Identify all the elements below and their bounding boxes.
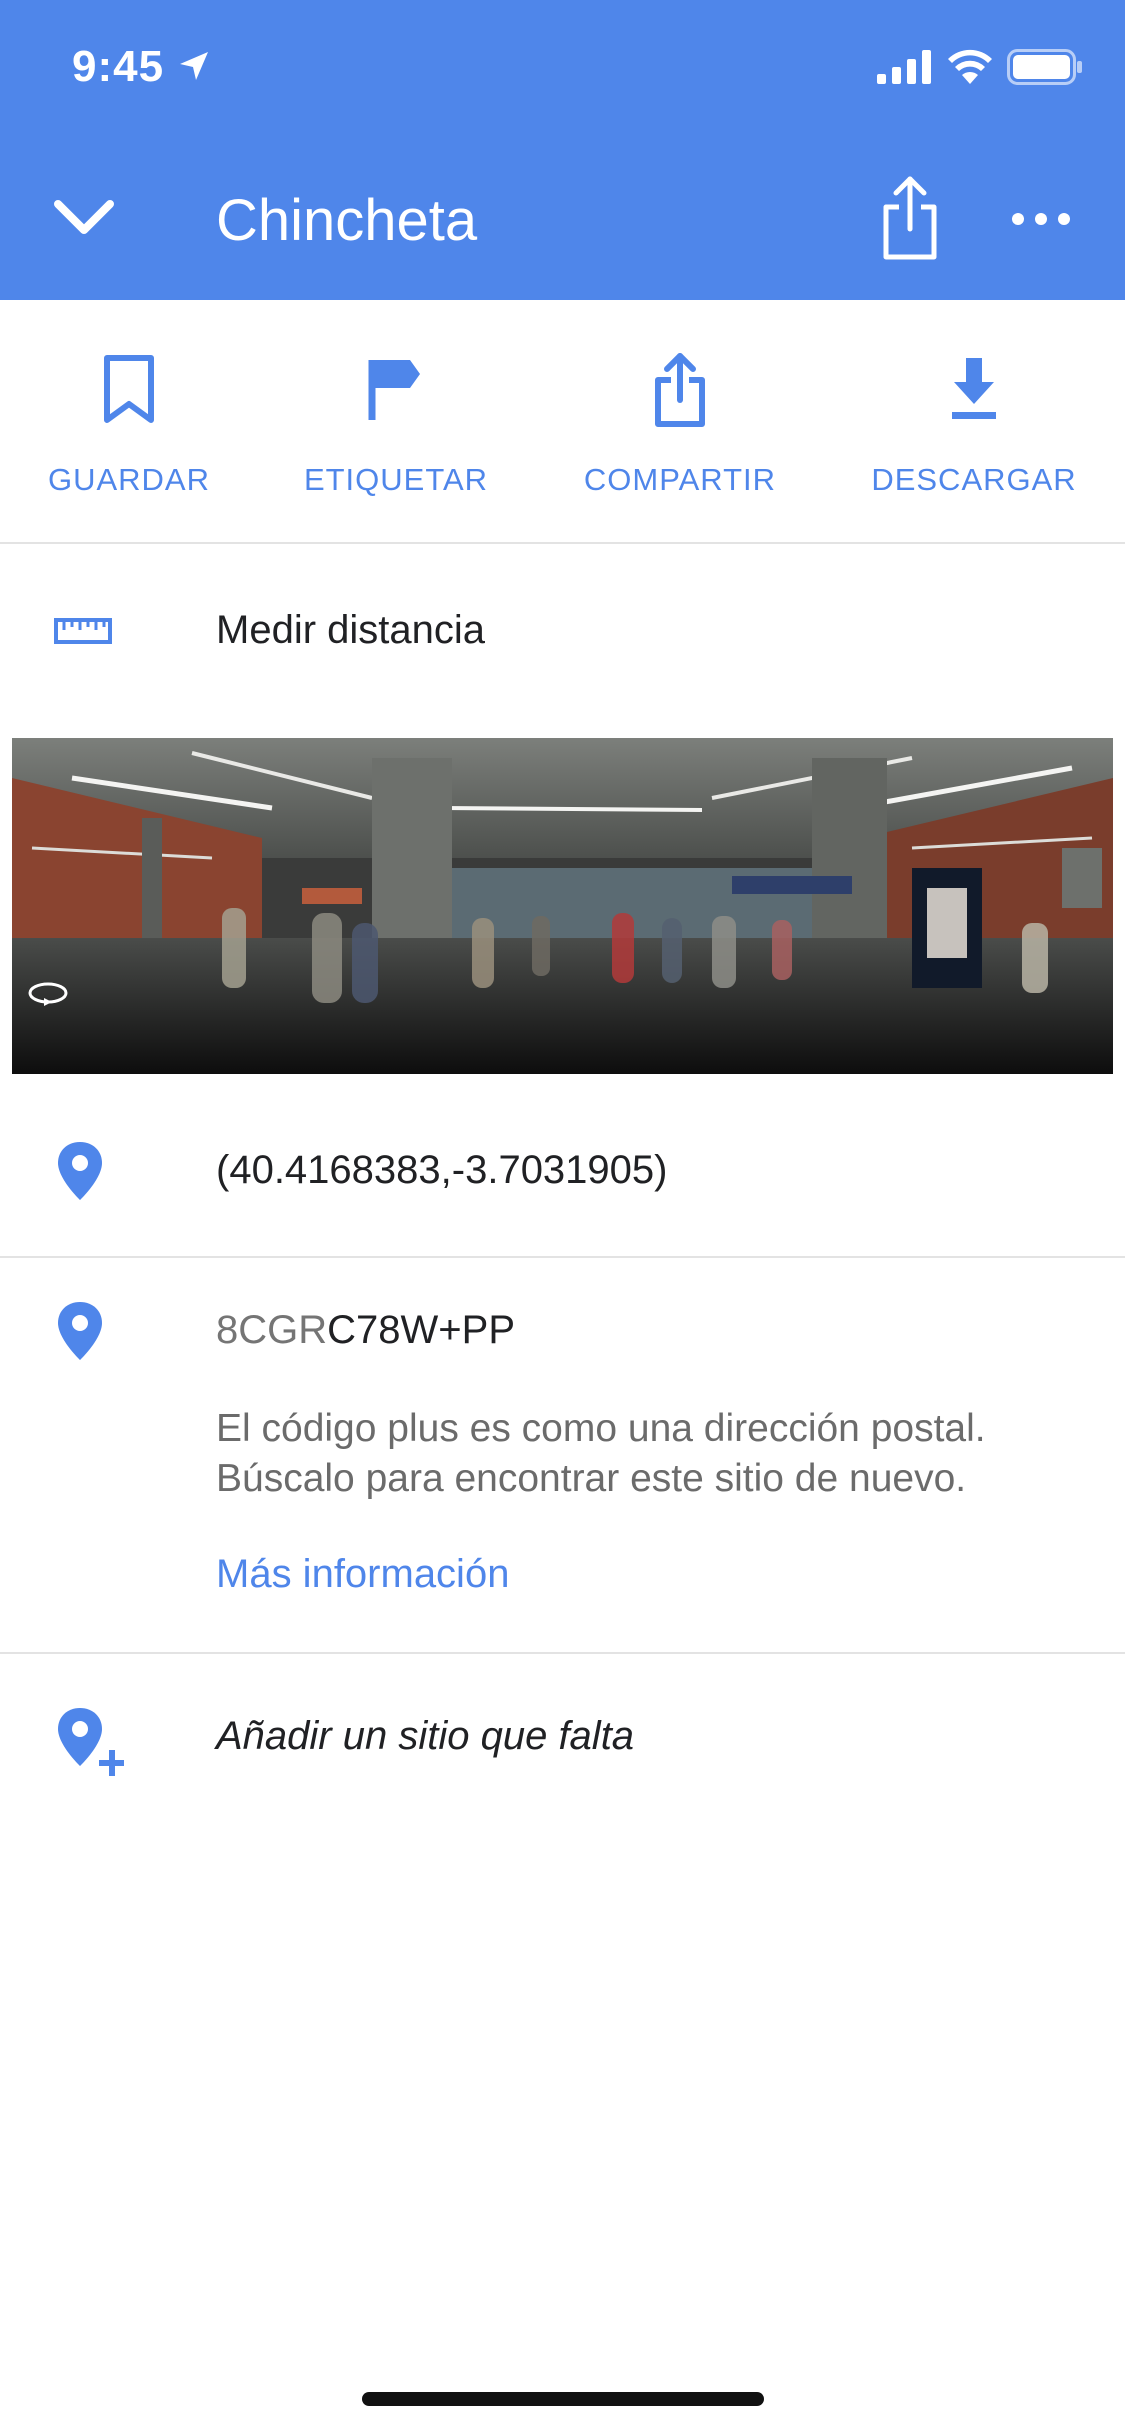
chevron-down-icon bbox=[54, 200, 114, 234]
more-options-button[interactable] bbox=[1008, 189, 1074, 249]
wifi-icon bbox=[948, 49, 992, 84]
plus-code-value: C78W+PP bbox=[327, 1308, 515, 1352]
toolbar: Chincheta bbox=[0, 135, 1125, 300]
app-header: 9:45 Chincheta bbox=[0, 0, 1125, 300]
home-indicator[interactable] bbox=[362, 2392, 764, 2406]
flag-icon bbox=[368, 360, 420, 420]
coordinates-text: (40.4168383,-3.7031905) bbox=[216, 1148, 668, 1192]
plus-code-description-line: Búscalo para encontrar este sitio de nue… bbox=[216, 1457, 967, 1500]
more-icon bbox=[1012, 213, 1070, 225]
battery-icon bbox=[1007, 49, 1082, 85]
location-arrow-icon bbox=[180, 52, 208, 80]
download-label: DESCARGAR bbox=[871, 462, 1077, 497]
measure-distance-row[interactable]: Medir distancia bbox=[0, 544, 1125, 719]
plus-code[interactable]: 8CGRC78W+PP bbox=[216, 1308, 515, 1353]
add-missing-place-label: Añadir un sitio que falta bbox=[216, 1714, 635, 1758]
plus-code-description-line: El código plus es como una dirección pos… bbox=[216, 1407, 986, 1450]
action-bar: GUARDAR ETIQUETAR COMPARTIR DESCARGAR bbox=[0, 300, 1125, 544]
share-icon bbox=[883, 176, 937, 260]
ruler-icon bbox=[54, 618, 112, 644]
measure-distance-label: Medir distancia bbox=[216, 608, 486, 652]
street-view-panorama[interactable] bbox=[12, 738, 1113, 1074]
download-button[interactable]: DESCARGAR bbox=[868, 350, 1080, 510]
plus-code-prefix: 8CGR bbox=[216, 1308, 328, 1352]
more-info-link[interactable]: Más información bbox=[216, 1552, 509, 1597]
pin-icon bbox=[58, 1142, 102, 1200]
save-label: GUARDAR bbox=[47, 462, 210, 497]
share-button[interactable]: COMPARTIR bbox=[575, 350, 785, 510]
share-icon bbox=[655, 353, 705, 427]
save-button[interactable]: GUARDAR bbox=[40, 350, 218, 510]
share-label: COMPARTIR bbox=[583, 462, 777, 497]
status-time: 9:45 bbox=[72, 42, 165, 91]
status-bar: 9:45 bbox=[0, 0, 1125, 135]
label-label: ETIQUETAR bbox=[303, 462, 489, 497]
bookmark-icon bbox=[104, 355, 154, 423]
plus-code-description: El código plus es como una dirección pos… bbox=[216, 1404, 1096, 1504]
station-photo bbox=[12, 738, 1113, 1074]
coordinates-row[interactable]: (40.4168383,-3.7031905) bbox=[0, 1074, 1125, 1258]
collapse-button[interactable] bbox=[46, 180, 122, 256]
pin-icon bbox=[58, 1302, 102, 1360]
360-rotate-icon bbox=[28, 982, 68, 1006]
label-button[interactable]: ETIQUETAR bbox=[300, 350, 492, 510]
add-missing-place-row[interactable]: Añadir un sitio que falta bbox=[0, 1654, 1125, 1834]
download-icon bbox=[952, 358, 996, 419]
page-title: Chincheta bbox=[216, 188, 478, 253]
plus-code-section: 8CGRC78W+PP El código plus es como una d… bbox=[0, 1258, 1125, 1654]
header-share-button[interactable] bbox=[872, 173, 948, 263]
add-location-icon bbox=[58, 1708, 124, 1776]
signal-icon bbox=[877, 50, 931, 84]
